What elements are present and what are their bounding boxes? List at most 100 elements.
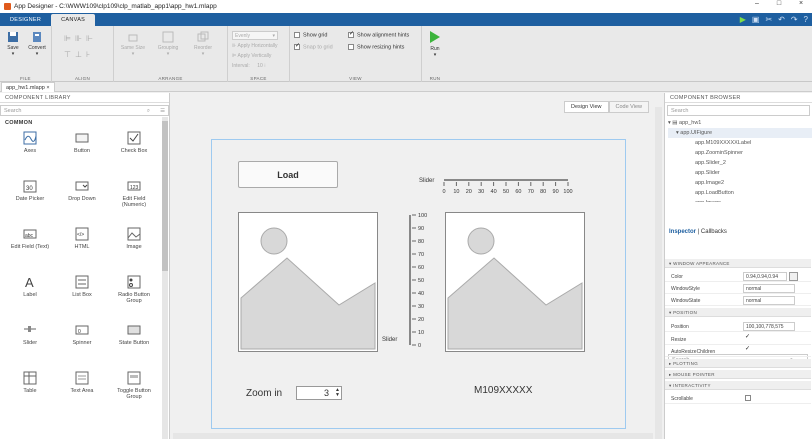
callbacks-tab[interactable]: Callbacks [701,229,727,235]
tree-item[interactable]: app.M109XXXXXLabel [668,138,812,148]
component-text-field[interactable]: abc Edit Field (Text) [6,227,54,250]
svg-text:</>: </> [77,232,84,238]
state-button-icon [127,325,141,335]
load-button[interactable]: Load [238,161,338,188]
inspector-tab[interactable]: Inspector [669,229,696,235]
library-search-input[interactable]: Search ⌕ ☰ [0,105,169,116]
convert-button[interactable]: Convert ▾ [26,31,48,57]
spinner-arrows-icon[interactable]: ▲ ▼ [335,388,340,398]
prop-scrollable: Scrollable [665,393,811,404]
component-spinner[interactable]: 0 Spinner [58,323,106,346]
component-numeric-field[interactable]: 123 Edit Field (Numeric) [110,179,158,208]
scrollable-check[interactable] [745,395,751,401]
component-table[interactable]: Table [6,371,54,394]
component-radio-group[interactable]: Radio Button Group [110,275,158,304]
component-html[interactable]: </> HTML [58,227,106,250]
reorder-button[interactable]: Reorder ▾ [188,31,218,57]
align-icons-2[interactable]: ⊤⊥⊦ [64,50,94,59]
component-slider[interactable]: Slider [6,323,54,346]
component-dropdown[interactable]: Drop Down [58,179,106,202]
run-button[interactable]: Run ▾ [425,30,445,58]
tab-canvas[interactable]: CANVAS [51,14,96,26]
save-button[interactable]: Save ▾ [3,31,23,57]
component-checkbox[interactable]: Check Box [110,131,158,154]
snap-check[interactable] [294,42,300,50]
tree-item[interactable]: ▾ app.UIFigure [668,128,812,138]
show-grid-check[interactable] [294,32,300,38]
space-mode-select[interactable]: Evenly ▾ [232,31,278,40]
tree-item[interactable]: app.Image [668,198,812,202]
close-tab-icon[interactable]: × [46,85,49,91]
group-interactivity[interactable]: ▾ INTERACTIVITY [665,381,811,390]
tree-item[interactable]: app.Slider_2 [668,158,812,168]
component-axes[interactable]: Axes [6,131,54,154]
svg-text:30: 30 [26,186,33,192]
library-scrollbar[interactable] [162,117,168,439]
group-window-appearance[interactable]: ▾ WINDOW APPEARANCE [665,259,811,268]
file-tab-app-hw1[interactable]: app_hw1.mlapp × [1,82,55,92]
toolstrip-tabs: DESIGNER CANVAS ▶ ▣ ✂ ↶ ↷ ? [0,13,812,26]
show-grid-checkbox[interactable]: Show grid [294,32,327,38]
canvas-hscrollbar[interactable] [173,433,653,439]
component-state-button[interactable]: State Button [110,323,158,346]
vertical-slider[interactable]: 1009080706050403020100 [404,210,434,350]
tree-item[interactable]: app.ZoominSpinner [668,148,812,158]
alignment-check[interactable] [348,30,354,38]
h-slider-tick-label: 60 [515,189,521,195]
design-view-tab[interactable]: Design View [564,101,609,113]
code-view-tab[interactable]: Code View [608,101,649,113]
undo-quick-icon[interactable]: ↶ [778,15,785,24]
browser-search-input[interactable]: Search [667,105,810,116]
date-picker-icon: 30 [23,180,37,193]
spinner-icon: 0 [75,325,89,335]
group-position[interactable]: ▾ POSITION [665,308,811,317]
same-size-button[interactable]: Same Size ▾ [118,31,148,57]
ui-figure[interactable]: Load Slider 0 10 20 30 40 50 60 70 80 90 100 Slide… [211,139,626,429]
app-icon: ▤ [672,120,678,126]
tree-item[interactable]: app.LoadButton [668,188,812,198]
tab-designer[interactable]: DESIGNER [0,14,51,26]
apply-horizontally-button[interactable]: ⊪ Apply Horizontally [232,43,278,49]
horizontal-slider[interactable]: 0 10 20 30 40 50 60 70 80 90 100 [440,174,575,196]
zoom-spinner[interactable]: 3 ▲ ▼ [296,386,342,400]
component-library: COMPONENT LIBRARY Search ⌕ ☰ COMMON Axes… [0,93,170,439]
cut-quick-icon[interactable]: ✂ [765,15,772,24]
minimize-icon[interactable]: – [746,0,768,7]
save-quick-icon[interactable]: ▣ [752,15,760,24]
component-label[interactable]: A Label [6,275,54,298]
h-slider-tick-label: 100 [563,189,572,195]
close-icon[interactable]: × [790,0,812,7]
component-toggle-group[interactable]: Toggle Button Group [110,371,158,400]
tree-item[interactable]: app.Slider [668,168,812,178]
h-slider-tick-label: 80 [540,189,546,195]
auto-resize-check[interactable] [745,345,751,354]
group-mouse-pointer[interactable]: ▸ MOUSE POINTER [665,370,811,379]
image-component-2[interactable] [445,212,585,352]
reorder-icon [197,31,209,42]
alignment-hints-checkbox[interactable]: Show alignment hints [348,30,409,38]
color-swatch[interactable] [789,272,798,281]
snap-to-grid-checkbox[interactable]: Snap to grid [294,42,333,50]
image-component-1[interactable] [238,212,378,352]
run-quick-icon[interactable]: ▶ [740,15,746,24]
help-quick-icon[interactable]: ? [804,15,808,24]
component-date-picker[interactable]: 30 Date Picker [6,179,54,202]
group-plotting[interactable]: ▸ PLOTTING [665,359,811,368]
component-button[interactable]: Button [58,131,106,154]
maximize-icon[interactable]: □ [768,0,790,7]
resize-check[interactable] [745,333,751,342]
canvas-vscrollbar[interactable] [655,107,662,439]
tree-item[interactable]: ▾ ▤ app_hw1 [668,118,812,128]
interval-field[interactable]: Interval: 10 ⁝ [232,63,266,69]
grouping-button[interactable]: Grouping ▾ [152,31,184,57]
tree-item[interactable]: app.Image2 [668,178,812,188]
view-toggle-icon[interactable]: ☰ [160,106,165,116]
redo-quick-icon[interactable]: ↷ [791,15,798,24]
resizing-check[interactable] [348,44,354,50]
component-text-area[interactable]: Text Area [58,371,106,394]
apply-vertically-button[interactable]: ⊫ Apply Vertically [232,53,271,59]
component-listbox[interactable]: List Box [58,275,106,298]
align-icons[interactable]: ⊫⊪⊩ [64,34,97,43]
component-image[interactable]: Image [110,227,158,250]
resizing-hints-checkbox[interactable]: Show resizing hints [348,44,404,50]
